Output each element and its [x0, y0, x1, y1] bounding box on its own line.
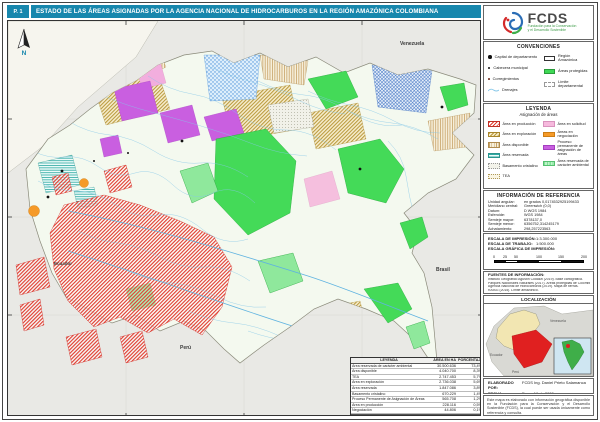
localizacion-canvas: Venezuela Ecuador Perú Brasil: [484, 304, 593, 376]
fecha-value: Enero 19 de 2020: [522, 391, 590, 394]
localizacion-box: LOCALIZACIÓN Venezuela Ecuador Perú Bras…: [483, 295, 594, 377]
north-label: N: [22, 50, 27, 57]
page-number-badge: P. 1: [7, 5, 29, 18]
header-porcentaje: PORCENTAJE: [457, 358, 481, 363]
legend-item: Capital de departamento: [488, 52, 544, 63]
region-outline-icon: [544, 56, 555, 61]
fecha-row: FECHA:Enero 19 de 2020: [488, 391, 590, 394]
legend-item: TEA: [488, 171, 543, 182]
disclaimer-text: Este mapa es elaborado con información g…: [487, 398, 590, 416]
localizacion-map: Venezuela Ecuador Perú Brasil: [484, 304, 593, 376]
escalas-box: ESCALA DE IMPRESIÓN:1:3.300.000 ESCALA D…: [483, 233, 594, 270]
convenciones-grid: Capital de departamento Cabecera municip…: [484, 50, 593, 96]
leyenda-title: LEYENDA: [484, 104, 593, 112]
drainage-line-icon: [488, 88, 499, 93]
inset-label-peru: Perú: [512, 370, 519, 374]
fuente-line: RAISG (2015). Límite amazónico.: [488, 289, 590, 293]
south-america-inset: [554, 338, 591, 374]
info-sidebar: FCDS Fundación para la Conservación y el…: [483, 5, 594, 416]
elaborado-row: ELABORADO POR:FCDS Ing. Daniel Prieto Sa…: [488, 380, 590, 391]
elaborado-value: FCDS Ing. Daniel Prieto Salamanca: [522, 380, 590, 391]
protected-area-swatch-icon: [544, 69, 555, 74]
convenciones-right-column: Región Amazónica Áreas protegidas Límite…: [544, 52, 590, 96]
leyenda-grid: Área en producción Área en exploración Á…: [484, 117, 593, 182]
fcds-logo-icon: [501, 11, 525, 35]
legend-item: Área en exploración: [488, 129, 543, 140]
available-swatch-icon: [488, 142, 500, 148]
fcds-tagline-2: y el Desarrollo Sostenible: [528, 29, 577, 33]
legend-item: Región Amazónica: [544, 52, 590, 65]
reference-row: Achatamiento:298,257223563: [488, 227, 590, 232]
legend-item: Áreas protegidas: [544, 65, 590, 78]
referencia-rows: Unidad angular:en grados 0,0174532925199…: [484, 199, 593, 232]
legend-item: Área en producción: [488, 119, 543, 130]
scale-bar-segments: [494, 260, 584, 263]
legend-item: Basamento cristalino: [488, 161, 543, 172]
legend-item: Proceso permanente de asignación de área…: [543, 140, 591, 156]
inset-label-ecuador: Ecuador: [490, 353, 503, 357]
permanent-process-swatch-icon: [543, 145, 555, 151]
header-leyenda: LEYENDA: [351, 358, 427, 363]
main-map[interactable]: N Venezuela Brasil Perú Ecuador LEYENDA …: [7, 20, 481, 416]
colombia-locator-dot: [566, 344, 570, 348]
legend-item: Límite departamental: [544, 78, 590, 91]
label-ecuador: Ecuador: [54, 261, 72, 266]
fcds-logo-box: FCDS Fundación para la Conservación y el…: [483, 5, 594, 40]
referencia-title: INFORMACIÓN DE REFERENCIA: [484, 191, 593, 199]
scale-tick-labels: 0 25 50 100 150 200: [494, 255, 584, 260]
reserved-swatch-icon: [488, 153, 500, 159]
convenciones-title: CONVENCIONES: [484, 42, 593, 50]
convenciones-left-column: Capital de departamento Cabecera municip…: [488, 52, 544, 96]
legend-item: Drenajes: [488, 85, 544, 96]
label-peru: Perú: [180, 345, 191, 351]
request-swatch-icon: [543, 121, 555, 127]
leyenda-right-column: Área en solicitud Áreas en negociación P…: [543, 119, 591, 182]
exploration-swatch-icon: [488, 132, 500, 138]
table-total-row: ÁREA TOTAL40.430.454100%: [351, 414, 481, 416]
legend-item: Corregimientos: [488, 74, 544, 85]
fcds-logo-text: FCDS Fundación para la Conservación y el…: [528, 12, 577, 33]
credits-box: ELABORADO POR:FCDS Ing. Daniel Prieto Sa…: [483, 378, 594, 394]
convenciones-box: CONVENCIONES Capital de departamento Cab…: [483, 41, 594, 102]
header-area: ÁREA EN HA: [427, 358, 457, 363]
negotiation-swatch-icon: [543, 132, 555, 138]
department-limit-icon: [544, 82, 555, 87]
label-brasil: Brasil: [436, 267, 451, 273]
corregimiento-dot-icon: [488, 78, 490, 80]
environmental-reserve-swatch-icon: [543, 161, 555, 167]
capital-dot-icon: [488, 55, 492, 59]
legend-item: Área disponible: [488, 140, 543, 151]
legend-item: Cabecera municipal: [488, 63, 544, 74]
legend-item: Área reservada de carácter ambiental: [543, 156, 591, 171]
inset-label-venezuela: Venezuela: [550, 319, 566, 323]
label-venezuela: Venezuela: [400, 41, 424, 47]
leyenda-box: LEYENDA Asignación de áreas Área en prod…: [483, 103, 594, 189]
legend-item: Área en solicitud: [543, 119, 591, 130]
localizacion-title: LOCALIZACIÓN: [484, 296, 593, 304]
graphic-scale-title: ESCALA GRÁFICA DE IMPRESIÓN:: [488, 246, 590, 252]
graphic-scale-bar: 0 25 50 100 150 200: [494, 255, 586, 265]
referencia-box: INFORMACIÓN DE REFERENCIA Unidad angular…: [483, 190, 594, 232]
area-statistics-table: LEYENDA ÁREA EN HA PORCENTAJE Área reser…: [350, 357, 481, 416]
legend-item: Áreas en negociación: [543, 129, 591, 140]
production-swatch-icon: [488, 121, 500, 127]
map-sheet: P. 1 ESTADO DE LAS ÁREAS ASIGNADAS POR L…: [0, 0, 600, 422]
fuentes-box: FUENTES DE INFORMACIÓN: Instituto Geográ…: [483, 271, 594, 294]
disclaimer-box: Este mapa es elaborado con información g…: [483, 395, 594, 416]
cabecera-dot-icon: [488, 67, 490, 69]
tea-swatch-icon: [488, 174, 500, 180]
page-title: ESTADO DE LAS ÁREAS ASIGNADAS POR LA AGE…: [31, 5, 481, 18]
leyenda-left-column: Área en producción Área en exploración Á…: [488, 119, 543, 182]
basement-swatch-icon: [488, 163, 500, 169]
legend-item: Área reservada: [488, 150, 543, 161]
